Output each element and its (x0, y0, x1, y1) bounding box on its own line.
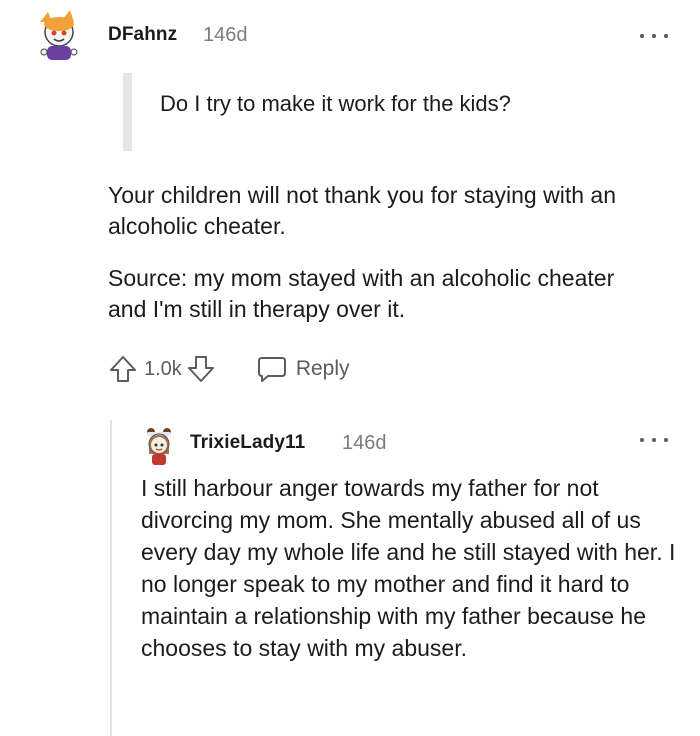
reply-more-options-icon[interactable] (640, 434, 668, 446)
reply-bubble-icon (256, 354, 288, 384)
reply-timestamp: 146d (342, 432, 387, 454)
comment-timestamp: 146d (203, 24, 248, 46)
reply-body: I still harbour anger towards my father … (141, 475, 676, 661)
reply-label: Reply (295, 357, 350, 380)
snoo-avatar-icon (32, 8, 84, 64)
downvote-icon[interactable] (186, 354, 216, 384)
upvote-icon[interactable] (108, 354, 138, 384)
comment-paragraph-2: Source: my mom stayed with an alcoholic … (108, 265, 615, 322)
comment-paragraph-1: Your children will not thank you for sta… (108, 182, 616, 239)
reply-avatar[interactable] (141, 424, 177, 466)
more-options-icon[interactable] (640, 30, 668, 42)
reply-username[interactable]: TrixieLady11 (190, 432, 305, 454)
reply-button[interactable]: Reply (256, 354, 350, 384)
snoo-avatar-icon (141, 424, 177, 466)
comment-actions: 1.0k Reply (108, 352, 350, 386)
avatar[interactable] (32, 8, 84, 64)
thread-line[interactable] (110, 420, 112, 736)
comment-thread: DFahnz 146d Do I try to make it work for… (0, 0, 700, 736)
quote-bar (123, 73, 132, 151)
quote-text: Do I try to make it work for the kids? (160, 91, 511, 116)
comment-username[interactable]: DFahnz (108, 24, 177, 46)
vote-count: 1.0k (144, 357, 182, 380)
